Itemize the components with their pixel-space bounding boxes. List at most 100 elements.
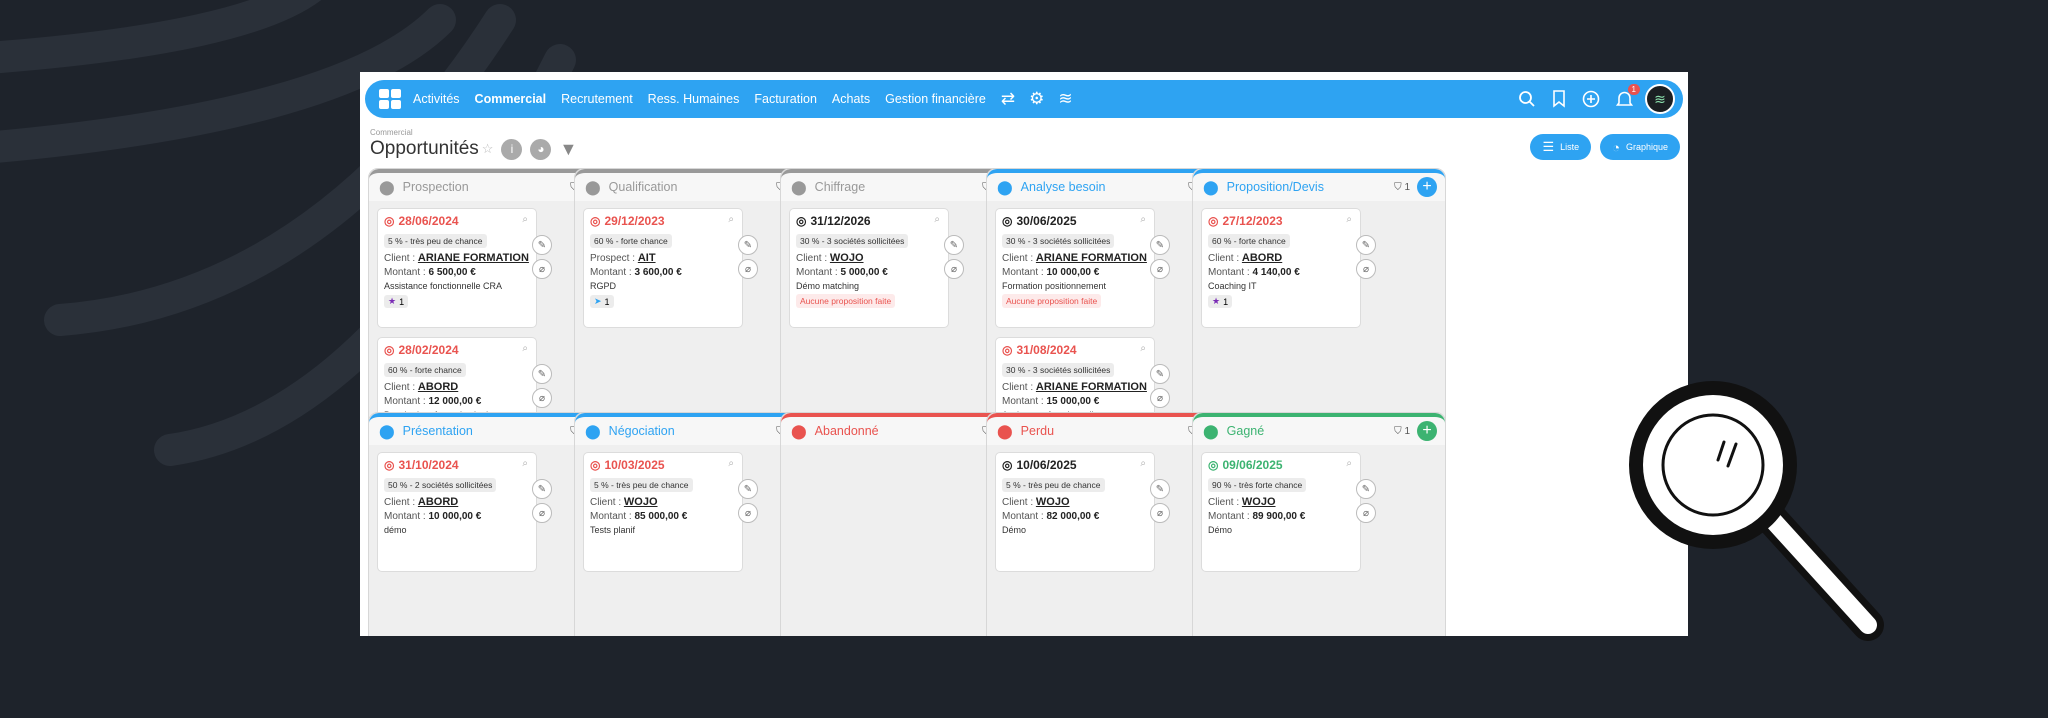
edit-pencil-icon[interactable]: ✎ xyxy=(532,364,552,384)
add-circle-icon[interactable] xyxy=(1582,90,1600,108)
breadcrumb[interactable]: Commercial xyxy=(370,128,413,137)
nav-item-activites[interactable]: Activités xyxy=(413,92,460,106)
list-view-button[interactable]: ☰ Liste xyxy=(1530,134,1592,160)
nav-item-rh[interactable]: Ress. Humaines xyxy=(648,92,740,106)
zoom-icon[interactable]: ⌕ xyxy=(728,458,734,469)
client-line: Client : ABORD xyxy=(384,496,529,508)
bookmark-icon[interactable] xyxy=(1552,90,1566,108)
date-icon: ◎ xyxy=(384,343,395,357)
edit-pencil-icon[interactable]: ✎ xyxy=(944,235,964,255)
attachment-clip-icon[interactable]: ⌀ xyxy=(1356,503,1376,523)
zoom-icon[interactable]: ⌕ xyxy=(522,458,528,469)
opportunity-card[interactable]: ◎ 29/12/2023 ⌕ 60 % - forte chance Prospect … xyxy=(583,208,758,328)
attachment-clip-icon[interactable]: ⌀ xyxy=(738,259,758,279)
amount-label: Montant : xyxy=(1002,396,1044,407)
opportunity-card[interactable]: ◎ 10/06/2025 ⌕ 5 % - très peu de chance Clie… xyxy=(995,452,1170,572)
nav-item-achats[interactable]: Achats xyxy=(832,92,870,106)
attachment-clip-icon[interactable]: ⌀ xyxy=(738,503,758,523)
client-name-link[interactable]: ABORD xyxy=(1242,252,1282,264)
activity-chip[interactable]: ★ 1 xyxy=(1208,295,1233,308)
attachment-clip-icon[interactable]: ⌀ xyxy=(1150,259,1170,279)
attachment-clip-icon[interactable]: ⌀ xyxy=(1150,503,1170,523)
amount-line: Montant : 15 000,00 € xyxy=(1002,396,1147,407)
probability-badge: 5 % - très peu de chance xyxy=(590,478,693,492)
chart-view-button[interactable]: ◔ Graphique xyxy=(1600,134,1680,160)
edit-pencil-icon[interactable]: ✎ xyxy=(1150,479,1170,499)
zoom-icon[interactable]: ⌕ xyxy=(522,343,528,354)
card-description: RGPD xyxy=(590,281,617,291)
attachment-clip-icon[interactable]: ⌀ xyxy=(532,388,552,408)
tag-icon: ⬤ xyxy=(585,178,601,195)
edit-pencil-icon[interactable]: ✎ xyxy=(1356,235,1376,255)
nav-item-commercial[interactable]: Commercial xyxy=(475,92,547,106)
activity-chip[interactable]: ★ 1 xyxy=(384,295,409,308)
edit-pencil-icon[interactable]: ✎ xyxy=(738,235,758,255)
info-icon[interactable]: i xyxy=(501,138,523,160)
add-opportunity-button[interactable]: + xyxy=(1417,421,1437,441)
client-name-link[interactable]: WOJO xyxy=(830,252,864,264)
zoom-icon[interactable]: ⌕ xyxy=(1140,214,1146,225)
opportunity-card[interactable]: ◎ 31/12/2026 ⌕ 30 % - 3 sociétés sollicitée… xyxy=(789,208,964,328)
bell-icon[interactable]: 1 xyxy=(1616,84,1640,108)
attachment-clip-icon[interactable]: ⌀ xyxy=(532,503,552,523)
amount-value: 89 900,00 € xyxy=(1252,511,1306,522)
opportunity-card[interactable]: ◎ 28/06/2024 ⌕ 5 % - très peu de chance Clie… xyxy=(377,208,552,328)
card-description: Formation positionnement xyxy=(1002,281,1107,291)
card-date-row: ◎ 29/12/2023 xyxy=(590,214,735,228)
client-name-link[interactable]: ARIANE FORMATION xyxy=(418,252,529,264)
opportunity-card[interactable]: ◎ 27/12/2023 ⌕ 60 % - forte chance Client : … xyxy=(1201,208,1376,328)
client-name-link[interactable]: WOJO xyxy=(624,496,658,508)
zoom-icon[interactable]: ⌕ xyxy=(728,214,734,225)
client-name-link[interactable]: ARIANE FORMATION xyxy=(1036,252,1147,264)
nav-item-gestion-financiere[interactable]: Gestion financière xyxy=(885,92,986,106)
client-name-link[interactable]: WOJO xyxy=(1242,496,1276,508)
zoom-icon[interactable]: ⌕ xyxy=(1346,458,1352,469)
gear-icon[interactable]: ⚙ xyxy=(1029,89,1044,109)
filter-icon[interactable]: ▼ xyxy=(559,139,577,160)
opportunity-card[interactable]: ◎ 09/06/2025 ⌕ 90 % - très forte chance Clie… xyxy=(1201,452,1376,572)
avatar[interactable]: ≋ xyxy=(1645,84,1675,114)
client-name-link[interactable]: WOJO xyxy=(1036,496,1070,508)
add-opportunity-button[interactable]: + xyxy=(1417,177,1437,197)
page-title: Opportunités xyxy=(370,138,479,159)
zoom-icon[interactable]: ⌕ xyxy=(934,214,940,225)
client-name-link[interactable]: ARIANE FORMATION xyxy=(1036,381,1147,393)
client-name-link[interactable]: ABORD xyxy=(418,496,458,508)
edit-pencil-icon[interactable]: ✎ xyxy=(738,479,758,499)
opportunity-card[interactable]: ◎ 31/10/2024 ⌕ 50 % - 2 sociétés sollicitée… xyxy=(377,452,552,572)
client-name-link[interactable]: ABORD xyxy=(418,381,458,393)
nav-item-facturation[interactable]: Facturation xyxy=(754,92,817,106)
attachment-clip-icon[interactable]: ⌀ xyxy=(1356,259,1376,279)
palette-icon[interactable]: ◕ xyxy=(530,138,552,160)
favorite-star-icon[interactable]: ☆ xyxy=(482,141,494,157)
zoom-icon[interactable]: ⌕ xyxy=(1140,343,1146,354)
search-icon[interactable] xyxy=(1518,90,1536,108)
card-date-row: ◎ 09/06/2025 xyxy=(1208,458,1353,472)
attachment-clip-icon[interactable]: ⌀ xyxy=(1150,388,1170,408)
opportunity-card[interactable]: ◎ 30/06/2025 ⌕ 30 % - 3 sociétés sollicitée… xyxy=(995,208,1170,328)
activity-chip[interactable]: ➤ 1 xyxy=(590,295,614,308)
tag-icon: ⬤ xyxy=(585,422,601,439)
column-count-value: 1 xyxy=(1404,425,1410,437)
attachment-clip-icon[interactable]: ⌀ xyxy=(532,259,552,279)
client-name-link[interactable]: AIT xyxy=(638,252,656,264)
column-title: Prospection xyxy=(402,180,469,194)
zoom-icon[interactable]: ⌕ xyxy=(1346,214,1352,225)
apps-grid-icon[interactable] xyxy=(379,89,401,109)
sliders-icon[interactable]: ⇄ xyxy=(1001,89,1015,109)
edit-pencil-icon[interactable]: ✎ xyxy=(1356,479,1376,499)
waves-icon[interactable]: ≋ xyxy=(1058,89,1072,109)
opportunity-card[interactable]: ◎ 10/03/2025 ⌕ 5 % - très peu de chance Clie… xyxy=(583,452,758,572)
attachment-clip-icon[interactable]: ⌀ xyxy=(944,259,964,279)
edit-pencil-icon[interactable]: ✎ xyxy=(1150,235,1170,255)
edit-pencil-icon[interactable]: ✎ xyxy=(532,235,552,255)
zoom-icon[interactable]: ⌕ xyxy=(1140,458,1146,469)
card-date: 27/12/2023 xyxy=(1222,214,1283,228)
amount-label: Montant : xyxy=(796,267,838,278)
edit-pencil-icon[interactable]: ✎ xyxy=(532,479,552,499)
nav-item-recrutement[interactable]: Recrutement xyxy=(561,92,633,106)
zoom-icon[interactable]: ⌕ xyxy=(522,214,528,225)
card-date-row: ◎ 27/12/2023 xyxy=(1208,214,1353,228)
card-date: 31/12/2026 xyxy=(810,214,871,228)
edit-pencil-icon[interactable]: ✎ xyxy=(1150,364,1170,384)
